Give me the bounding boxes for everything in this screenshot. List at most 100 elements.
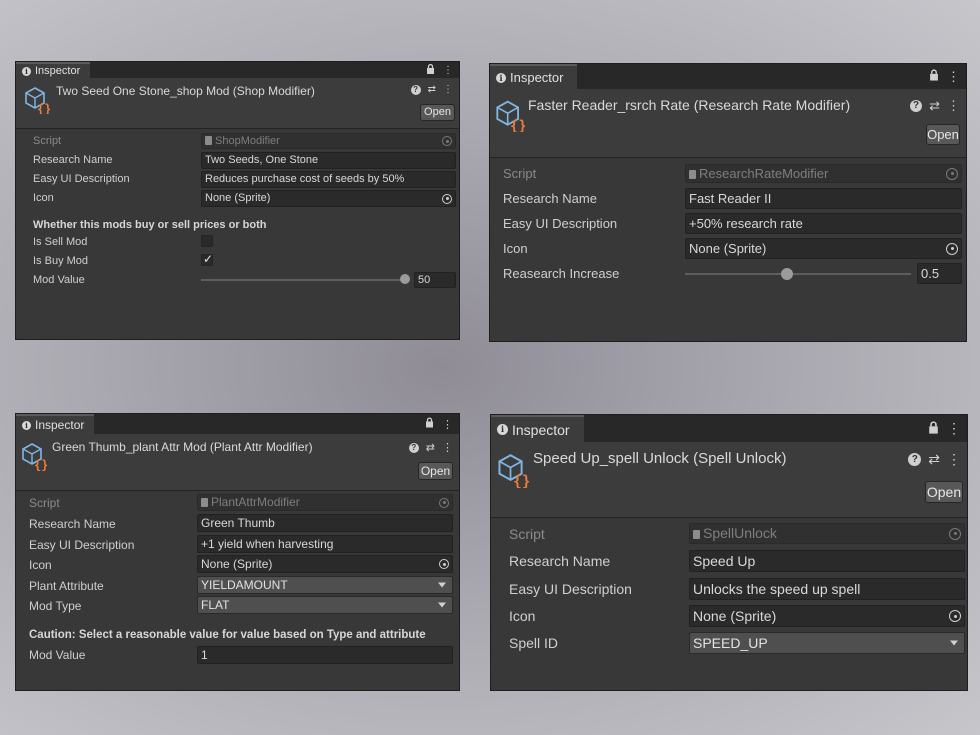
tab-inspector[interactable]: i Inspector: [490, 64, 578, 89]
icon-label: Icon: [503, 241, 528, 256]
icon-object-field[interactable]: None (Sprite): [685, 238, 962, 259]
presets-icon[interactable]: ⇄: [426, 441, 435, 454]
easy-ui-description-input[interactable]: Reduces purchase cost of seeds by 50%: [201, 171, 456, 188]
object-picker-icon: [442, 136, 452, 146]
inspector-panel-spell-unlock: i Inspector ⋮ {} Speed Up_spell Unlock (…: [491, 415, 967, 690]
tab-label: Inspector: [35, 418, 85, 432]
mod-value-label: Mod Value: [29, 648, 86, 662]
object-picker-icon: [946, 167, 958, 180]
svg-text:{}: {}: [510, 119, 525, 133]
scriptable-object-icon: {}: [21, 441, 48, 476]
research-name-label: Research Name: [509, 553, 611, 569]
kebab-menu-icon[interactable]: ⋮: [947, 69, 960, 85]
research-increase-input[interactable]: 0.5: [917, 263, 962, 284]
presets-icon[interactable]: ⇄: [928, 451, 940, 468]
open-button[interactable]: Open: [925, 481, 963, 503]
section-header: Whether this mods buy or sell prices or …: [33, 219, 267, 231]
icon-object-field[interactable]: None (Sprite): [201, 190, 456, 207]
spell-id-dropdown[interactable]: SPEED_UP: [689, 632, 965, 654]
icon-value: None (Sprite): [689, 241, 767, 256]
tab-label: Inspector: [35, 65, 81, 77]
icon-label: Icon: [33, 192, 54, 204]
mod-value-input[interactable]: 50: [414, 272, 456, 288]
open-button[interactable]: Open: [420, 104, 455, 121]
script-field: PlantAttrModifier: [197, 494, 453, 511]
kebab-menu-icon[interactable]: ⋮: [442, 441, 453, 454]
mod-type-label: Mod Type: [29, 599, 82, 613]
script-label: Script: [509, 526, 545, 542]
script-label: Script: [29, 496, 60, 510]
object-picker-icon: [439, 497, 449, 508]
research-name-input[interactable]: Speed Up: [689, 550, 965, 572]
help-icon[interactable]: ?: [410, 84, 421, 95]
info-icon: i: [22, 66, 31, 76]
kebab-menu-icon[interactable]: ⋮: [443, 65, 453, 76]
scriptable-object-icon: {}: [24, 86, 51, 119]
icon-value: None (Sprite): [693, 608, 777, 624]
easy-ui-description-input[interactable]: +1 yield when harvesting: [197, 535, 453, 553]
research-name-input[interactable]: Green Thumb: [197, 514, 453, 532]
easy-ui-description-input[interactable]: Unlocks the speed up spell: [689, 578, 965, 600]
script-value: PlantAttrModifier: [211, 495, 300, 509]
is-sell-mod-checkbox[interactable]: [201, 235, 213, 247]
kebab-menu-icon[interactable]: ⋮: [443, 84, 453, 95]
icon-object-field[interactable]: None (Sprite): [197, 555, 453, 573]
help-icon[interactable]: ?: [910, 100, 923, 112]
icon-object-field[interactable]: None (Sprite): [689, 605, 965, 627]
component-title: Speed Up_spell Unlock (Spell Unlock): [533, 450, 787, 467]
research-increase-label: Reasearch Increase: [503, 266, 620, 281]
object-picker-icon[interactable]: [439, 559, 449, 569]
caret-down-icon: [438, 582, 446, 588]
research-name-label: Research Name: [503, 191, 597, 206]
svg-text:{}: {}: [34, 458, 47, 471]
mod-value-label: Mod Value: [33, 274, 85, 286]
icon-value: None (Sprite): [201, 557, 273, 571]
research-name-input[interactable]: Fast Reader II: [685, 188, 962, 209]
research-increase-slider-track[interactable]: [685, 273, 911, 275]
research-increase-slider-knob[interactable]: [780, 268, 793, 280]
object-picker-icon[interactable]: [946, 242, 958, 255]
lock-icon[interactable]: [425, 417, 434, 431]
kebab-menu-icon[interactable]: ⋮: [947, 451, 961, 468]
mod-value-slider-track[interactable]: [201, 279, 409, 281]
inspector-panel-plant-attr-modifier: i Inspector ⋮ {} Green Thumb_plant Attr …: [16, 414, 459, 690]
scriptable-object-icon: {}: [497, 452, 531, 493]
open-button[interactable]: Open: [418, 462, 453, 480]
tab-bar: i Inspector ⋮: [16, 414, 459, 434]
mod-value-slider-knob[interactable]: [399, 274, 410, 284]
plant-attribute-label: Plant Attribute: [29, 579, 104, 593]
lock-icon[interactable]: [426, 63, 435, 77]
presets-icon[interactable]: ⇄: [428, 84, 436, 95]
script-label: Script: [503, 166, 537, 181]
icon-label: Icon: [29, 558, 52, 572]
kebab-menu-icon[interactable]: ⋮: [947, 420, 961, 437]
presets-icon[interactable]: ⇄: [929, 98, 940, 114]
component-header: {} Green Thumb_plant Attr Mod (Plant Att…: [16, 434, 459, 491]
spell-id-label: Spell ID: [509, 635, 559, 651]
easy-ui-description-input[interactable]: +50% research rate: [685, 213, 962, 234]
lock-icon[interactable]: [929, 69, 939, 84]
component-title: Faster Reader_rsrch Rate (Research Rate …: [528, 97, 851, 113]
object-picker-icon[interactable]: [442, 193, 452, 204]
tab-inspector[interactable]: i Inspector: [491, 415, 584, 442]
tab-inspector[interactable]: i Inspector: [16, 414, 95, 434]
help-icon[interactable]: ?: [908, 453, 922, 466]
tab-inspector[interactable]: i Inspector: [16, 62, 91, 78]
research-name-input[interactable]: Two Seeds, One Stone: [201, 152, 456, 169]
is-buy-mod-label: Is Buy Mod: [33, 255, 89, 267]
is-buy-mod-checkbox[interactable]: ✓: [201, 252, 213, 266]
kebab-menu-icon[interactable]: ⋮: [947, 98, 960, 114]
mod-value-input[interactable]: 1: [197, 646, 453, 664]
script-value: ResearchRateModifier: [699, 166, 829, 181]
info-icon: i: [496, 72, 506, 83]
object-picker-icon[interactable]: [949, 610, 961, 622]
script-file-icon: [689, 170, 696, 179]
lock-icon[interactable]: [928, 420, 939, 437]
kebab-menu-icon[interactable]: ⋮: [442, 418, 453, 431]
component-header: {} Speed Up_spell Unlock (Spell Unlock) …: [491, 442, 967, 518]
open-button[interactable]: Open: [926, 124, 960, 145]
help-icon[interactable]: ?: [408, 442, 419, 453]
mod-type-dropdown[interactable]: FLAT: [197, 596, 453, 614]
easy-ui-description-label: Easy UI Description: [29, 538, 135, 552]
plant-attribute-dropdown[interactable]: YIELDAMOUNT: [197, 576, 453, 594]
